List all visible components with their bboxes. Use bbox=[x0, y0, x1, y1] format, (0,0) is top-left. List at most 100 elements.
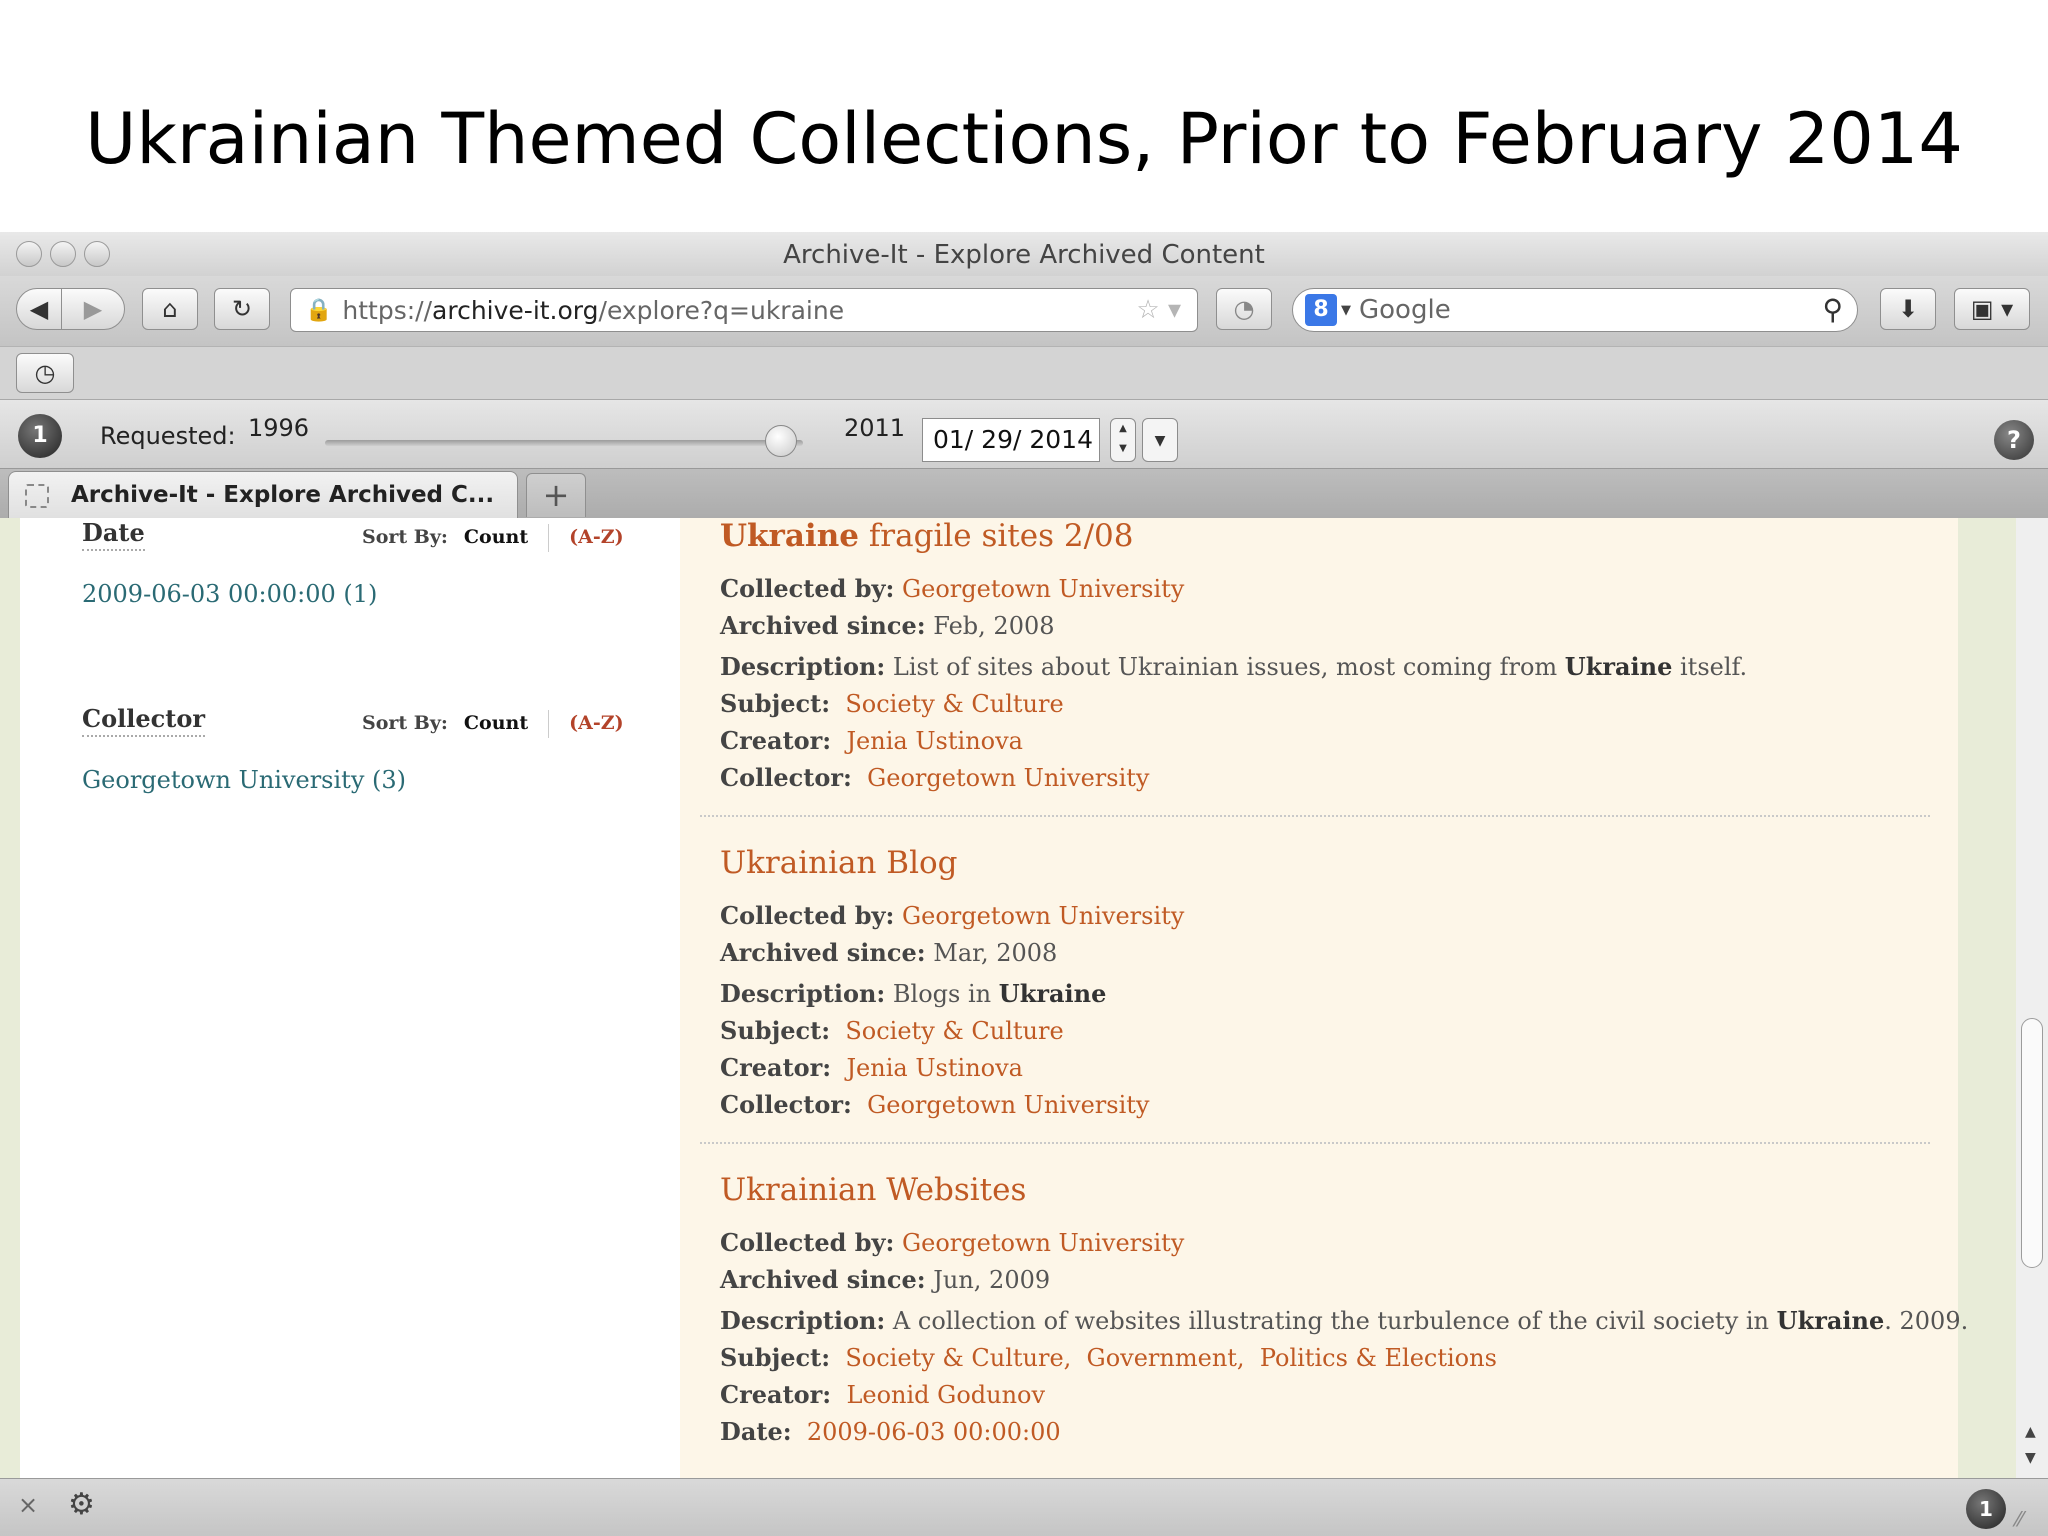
result-description: Description: A collection of websites il… bbox=[720, 1306, 1969, 1335]
vertical-scrollbar[interactable]: ▲ ▼ bbox=[2016, 518, 2048, 1478]
lock-icon: 🔒 bbox=[305, 297, 333, 323]
result-collector: Collector: Georgetown University bbox=[720, 1090, 1150, 1119]
subject-link[interactable]: Society & Culture bbox=[845, 1017, 1063, 1045]
search-bar[interactable]: 8 ▼ Google ⚲ bbox=[1292, 288, 1858, 332]
facet-item-collector[interactable]: Georgetown University (3) bbox=[82, 766, 406, 794]
facet-sort-collector: Sort By: Count (A-Z) bbox=[362, 710, 624, 738]
extension-icon: ▣ ▾ bbox=[1970, 295, 2014, 323]
history-button[interactable]: ◷ bbox=[16, 353, 74, 393]
result-collector: Collector: Georgetown University bbox=[720, 763, 1150, 792]
result-collected-by: Collected by: Georgetown University bbox=[720, 1228, 1185, 1257]
date-stepper[interactable]: ▲ ▼ bbox=[1110, 418, 1136, 462]
result-date: Date: 2009-06-03 00:00:00 bbox=[720, 1417, 1061, 1446]
reload-button[interactable]: ↻ bbox=[214, 288, 270, 330]
addon-icon[interactable]: ⚙ bbox=[68, 1487, 95, 1522]
results-list: Ukraine fragile sites 2/08 Collected by:… bbox=[680, 518, 1968, 1478]
result-archived-since: Archived since: Feb, 2008 bbox=[720, 611, 1055, 640]
bookmarks-toolbar: ◷ bbox=[0, 346, 2048, 400]
result-archived-since: Archived since: Jun, 2009 bbox=[720, 1265, 1051, 1294]
facet-heading-date: Date bbox=[82, 518, 145, 551]
home-button[interactable]: ⌂ bbox=[142, 288, 198, 330]
status-bar: × ⚙ 1 ⁄⁄ bbox=[0, 1478, 2048, 1536]
time-travel-status-icon[interactable]: 1 bbox=[1966, 1489, 2006, 1529]
result-title-rest: fragile sites 2/08 bbox=[858, 518, 1134, 554]
search-icon[interactable]: ⚲ bbox=[1822, 293, 1843, 326]
facet-heading-collector: Collector bbox=[82, 704, 205, 737]
requested-label: Requested: bbox=[100, 422, 236, 450]
result-collected-by: Collected by: Georgetown University bbox=[720, 901, 1185, 930]
year-end-label: 2011 bbox=[844, 414, 906, 442]
result-title-link[interactable]: Ukraine fragile sites 2/08 bbox=[720, 518, 1134, 554]
result-subject: Subject: Society & Culture bbox=[720, 1016, 1064, 1045]
date-link[interactable]: 2009-06-03 00:00:00 bbox=[807, 1418, 1061, 1446]
result-archived-since: Archived since: Mar, 2008 bbox=[720, 938, 1058, 967]
new-tab-button[interactable]: + bbox=[526, 473, 586, 517]
sort-by-label: Sort By: bbox=[362, 526, 448, 548]
result-creator: Creator: Jenia Ustinova bbox=[720, 1053, 1023, 1082]
subject-link[interactable]: Politics & Elections bbox=[1260, 1344, 1497, 1372]
close-addon-bar-icon[interactable]: × bbox=[18, 1491, 38, 1519]
forward-arrow-icon: ▶ bbox=[83, 295, 103, 323]
tab-archive-it[interactable]: Archive-It - Explore Archived C... bbox=[8, 471, 518, 519]
help-icon[interactable]: ? bbox=[1994, 420, 2034, 460]
result-subject: Subject: Society & Culture, Government, … bbox=[720, 1343, 1497, 1372]
result-creator: Creator: Leonid Godunov bbox=[720, 1380, 1046, 1409]
date-slider-handle[interactable] bbox=[765, 425, 798, 457]
forward-button[interactable]: ▶ bbox=[61, 288, 125, 330]
collected-by-link[interactable]: Georgetown University bbox=[902, 902, 1184, 930]
back-button[interactable]: ◀ bbox=[16, 288, 62, 330]
date-dropdown-button[interactable]: ▼ bbox=[1142, 418, 1178, 462]
collector-link[interactable]: Georgetown University bbox=[867, 1091, 1149, 1119]
collector-link[interactable]: Georgetown University bbox=[867, 764, 1149, 792]
sort-az-link[interactable]: (A-Z) bbox=[569, 712, 623, 734]
result-description: Description: List of sites about Ukraini… bbox=[720, 652, 1748, 681]
search-engine-caret-icon[interactable]: ▼ bbox=[1341, 303, 1351, 318]
time-travel-icon[interactable]: 1 bbox=[18, 414, 62, 458]
url-host: archive-it.org bbox=[432, 295, 599, 325]
navigation-toolbar: ◀ ▶ ⌂ ↻ 🔒 https://archive-it.org/explore… bbox=[0, 276, 2048, 346]
facet-item-date[interactable]: 2009-06-03 00:00:00 (1) bbox=[82, 580, 377, 608]
result-creator: Creator: Jenia Ustinova bbox=[720, 726, 1023, 755]
facet-sort-date: Sort By: Count (A-Z) bbox=[362, 524, 624, 552]
download-arrow-icon: ⬇ bbox=[1897, 295, 1919, 323]
downloads-button[interactable]: ⬇ bbox=[1880, 288, 1936, 330]
collected-by-link[interactable]: Georgetown University bbox=[902, 1229, 1184, 1257]
requested-date-input[interactable]: 01/ 29/ 2014 bbox=[922, 418, 1100, 462]
rss-button[interactable]: ◔ bbox=[1216, 288, 1272, 330]
window-title: Archive-It - Explore Archived Content bbox=[783, 240, 1265, 270]
sort-count-link[interactable]: Count bbox=[464, 712, 528, 734]
creator-link[interactable]: Leonid Godunov bbox=[846, 1381, 1045, 1409]
tab-label: Archive-It - Explore Archived C... bbox=[71, 482, 495, 508]
result-title-keyword: Ukraine bbox=[720, 518, 859, 554]
bookmark-star-icon[interactable]: ☆ ▾ bbox=[1136, 295, 1181, 325]
clock-icon: ◷ bbox=[34, 359, 56, 387]
tab-bar: Archive-It - Explore Archived C... + bbox=[0, 468, 2048, 519]
subject-link[interactable]: Society & Culture, bbox=[845, 1344, 1071, 1372]
slide-title: Ukrainian Themed Collections, Prior to F… bbox=[85, 98, 1963, 180]
sort-count-link[interactable]: Count bbox=[464, 526, 528, 548]
page-favicon-icon bbox=[25, 484, 49, 508]
search-placeholder: Google bbox=[1359, 295, 1451, 325]
result-description: Description: Blogs in Ukraine bbox=[720, 979, 1107, 1008]
url-path: /explore?q=ukraine bbox=[598, 295, 845, 325]
sort-az-link[interactable]: (A-Z) bbox=[569, 526, 623, 548]
result-title-link[interactable]: Ukrainian Websites bbox=[720, 1172, 1026, 1208]
result-subject: Subject: Society & Culture bbox=[720, 689, 1064, 718]
address-bar[interactable]: 🔒 https://archive-it.org/explore?q=ukrai… bbox=[290, 288, 1198, 332]
resize-grip-icon[interactable]: ⁄⁄ bbox=[2016, 1507, 2023, 1531]
subject-link[interactable]: Society & Culture bbox=[845, 690, 1063, 718]
scroll-down-arrow-icon[interactable]: ▼ bbox=[2025, 1450, 2036, 1466]
rss-icon: ◔ bbox=[1233, 295, 1255, 323]
date-slider-track[interactable] bbox=[325, 440, 803, 446]
collected-by-link[interactable]: Georgetown University bbox=[902, 575, 1184, 603]
subject-link[interactable]: Government, bbox=[1087, 1344, 1245, 1372]
memento-toolbar: 1 Requested: 1996 2011 01/ 29/ 2014 ▲ ▼ ▼… bbox=[0, 400, 2048, 468]
extensions-menu-button[interactable]: ▣ ▾ bbox=[1954, 288, 2030, 330]
result-title-link[interactable]: Ukrainian Blog bbox=[720, 845, 958, 881]
creator-link[interactable]: Jenia Ustinova bbox=[846, 1054, 1023, 1082]
scrollbar-thumb[interactable] bbox=[2021, 1018, 2043, 1268]
url-scheme: https:// bbox=[342, 295, 433, 325]
search-engine-icon[interactable]: 8 bbox=[1305, 294, 1337, 326]
scroll-up-arrow-icon[interactable]: ▲ bbox=[2025, 1424, 2036, 1440]
creator-link[interactable]: Jenia Ustinova bbox=[846, 727, 1023, 755]
